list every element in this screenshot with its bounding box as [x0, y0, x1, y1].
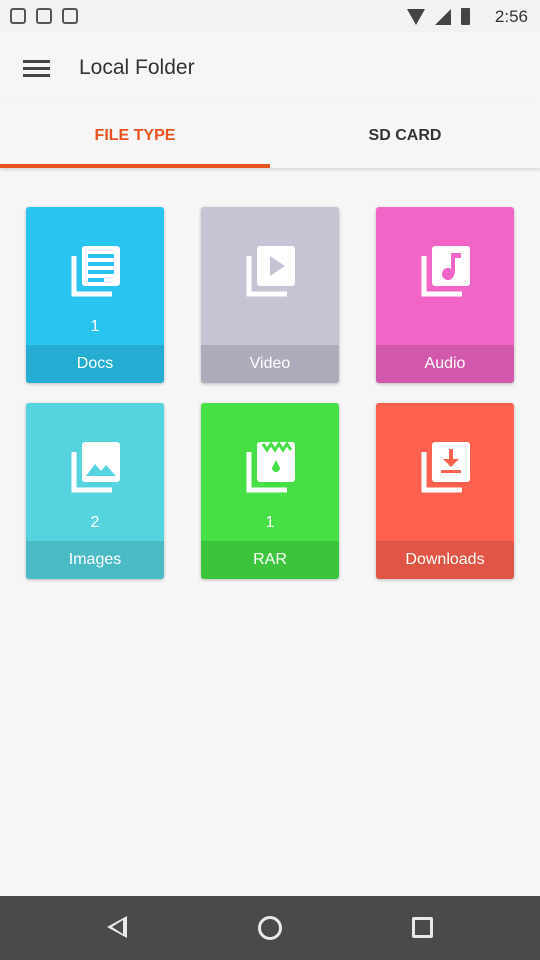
recent-apps-icon[interactable] [412, 917, 433, 938]
wifi-icon [407, 8, 425, 25]
document-icon [71, 246, 120, 297]
tile-label: RAR [201, 541, 339, 579]
hamburger-menu-icon[interactable] [23, 60, 50, 78]
signal-icon [435, 8, 451, 25]
tile-label: Audio [376, 345, 514, 383]
tile-rar[interactable]: 1 RAR [201, 403, 339, 579]
tab-bar: FILE TYPE SD CARD [0, 104, 540, 168]
tab-file-type[interactable]: FILE TYPE [0, 104, 270, 168]
tile-downloads[interactable]: Downloads [376, 403, 514, 579]
status-time: 2:56 [494, 7, 528, 26]
page-title: Local Folder [79, 56, 195, 79]
tile-video[interactable]: Video [201, 207, 339, 383]
tile-count: 1 [90, 318, 100, 335]
system-icons [407, 8, 470, 25]
active-tab-indicator [0, 164, 270, 168]
tile-count: 1 [265, 514, 275, 531]
tile-label: Docs [26, 345, 164, 383]
notification-icons [10, 8, 78, 24]
tile-label: Images [26, 541, 164, 579]
notification-icon [10, 8, 26, 24]
status-bar: 2:56 [0, 0, 540, 32]
music-note-icon [421, 246, 470, 297]
video-play-icon [246, 246, 295, 297]
notification-icon [62, 8, 78, 24]
notification-icon [36, 8, 52, 24]
tile-label: Video [201, 345, 339, 383]
app-bar: Local Folder [0, 32, 540, 104]
home-icon[interactable] [258, 916, 282, 940]
tile-audio[interactable]: Audio [376, 207, 514, 383]
tile-images[interactable]: 2 Images [26, 403, 164, 579]
download-icon [421, 442, 470, 493]
battery-icon [461, 8, 470, 25]
tile-label: Downloads [376, 541, 514, 579]
system-nav-bar [0, 896, 540, 960]
image-icon [71, 442, 120, 493]
back-icon[interactable] [107, 916, 127, 938]
tab-sd-card[interactable]: SD CARD [270, 104, 540, 168]
archive-icon [246, 441, 295, 493]
tile-docs[interactable]: 1 Docs [26, 207, 164, 383]
tile-count: 2 [90, 514, 100, 531]
